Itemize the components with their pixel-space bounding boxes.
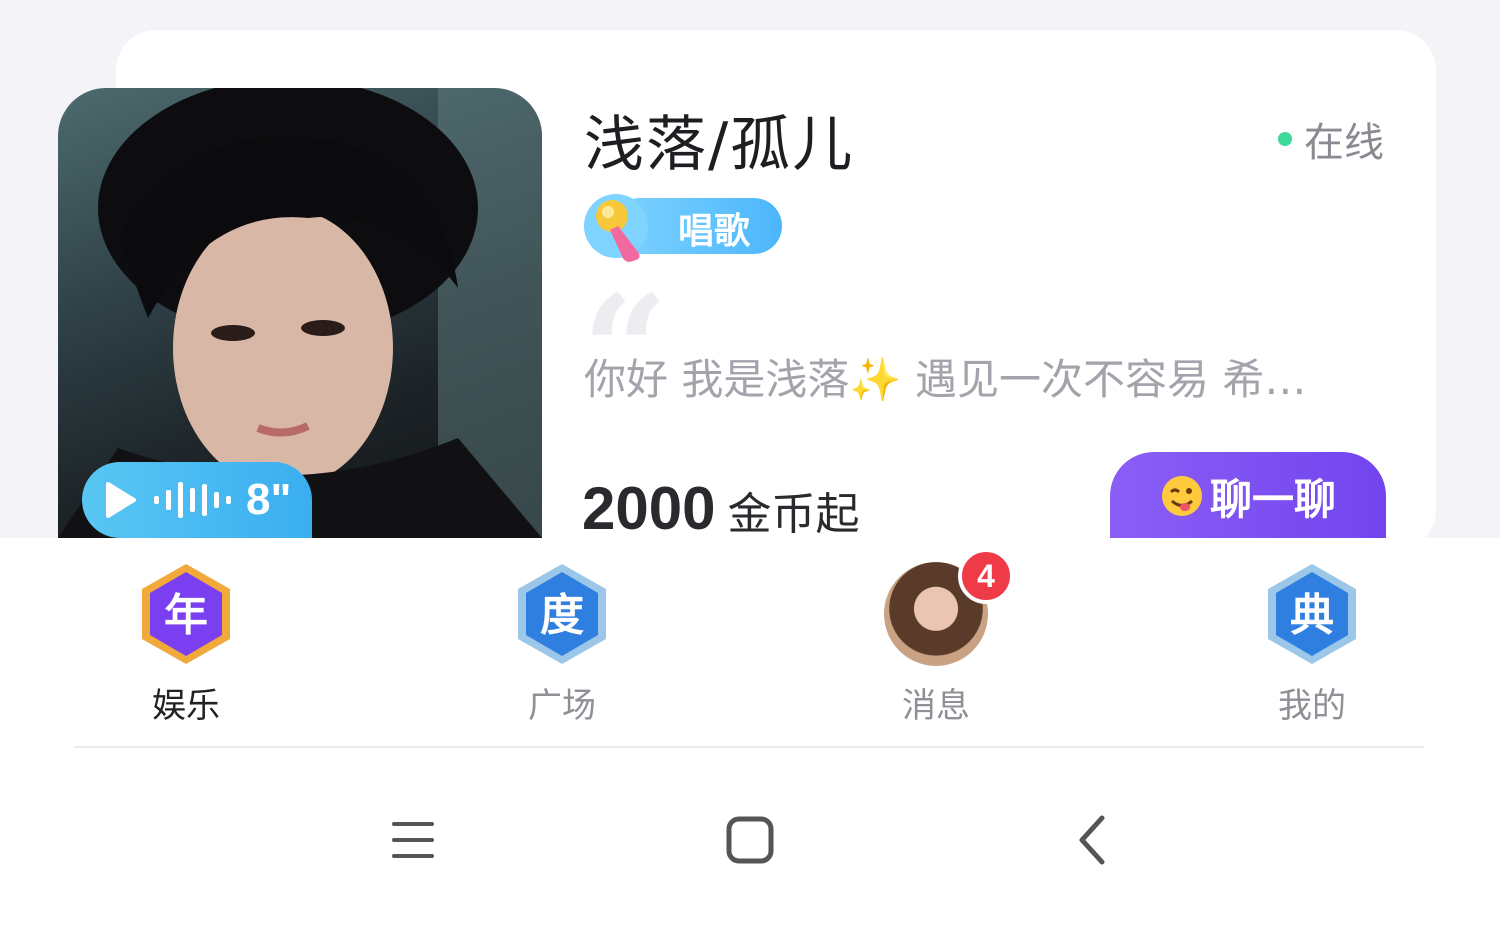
tab-messages[interactable]: 4 消息: [866, 548, 1014, 742]
svg-text:典: 典: [1290, 590, 1334, 641]
profile-bio: 你好 我是浅落✨ 遇见一次不容易 希…: [584, 355, 1307, 404]
message-avatar: 4: [884, 548, 1014, 666]
tab-label: 我的: [1278, 686, 1346, 726]
year-badge-icon: 年: [142, 564, 230, 664]
chat-button[interactable]: 聊一聊: [1110, 452, 1386, 540]
tab-label: 消息: [902, 686, 970, 726]
voice-intro-button[interactable]: 8": [82, 462, 312, 538]
chat-button-label: 聊一聊: [1209, 474, 1336, 524]
menu-icon[interactable]: [382, 810, 442, 870]
degree-badge-icon: 度: [518, 564, 606, 664]
svg-text:度: 度: [540, 590, 584, 641]
profile-name: 浅落/孤儿: [584, 110, 855, 180]
price-unit: 金币起: [727, 489, 860, 540]
unread-badge: 4: [958, 548, 1014, 604]
online-dot-icon: [1278, 132, 1292, 146]
tab-entertainment[interactable]: 年 娱乐: [116, 562, 256, 742]
back-icon[interactable]: [1064, 810, 1124, 870]
svg-text:年: 年: [164, 590, 208, 641]
price-value: 2000: [582, 475, 716, 542]
voice-duration: 8": [246, 475, 292, 524]
tab-square[interactable]: 度 广场: [492, 562, 632, 742]
tab-label: 娱乐: [152, 686, 220, 726]
tag-label: 唱歌: [678, 211, 751, 252]
skill-tag: 唱歌: [582, 190, 782, 268]
status-label: 在线: [1304, 120, 1384, 166]
bottom-tab-bar: 年 娱乐 度 广场 4 消息 典 我的: [0, 538, 1500, 748]
online-status: 在线: [1278, 110, 1384, 168]
play-icon: [106, 482, 136, 518]
tab-mine[interactable]: 典 我的: [1242, 562, 1382, 742]
microphone-icon: [584, 194, 648, 262]
tab-label: 广场: [528, 686, 596, 726]
home-icon[interactable]: [720, 810, 780, 870]
price: 2000 金币起: [582, 474, 859, 543]
waveform-icon: [154, 482, 231, 518]
wink-emoji-icon: [1161, 476, 1202, 516]
classic-badge-icon: 典: [1268, 564, 1356, 664]
system-navigation-bar: [0, 748, 1500, 927]
